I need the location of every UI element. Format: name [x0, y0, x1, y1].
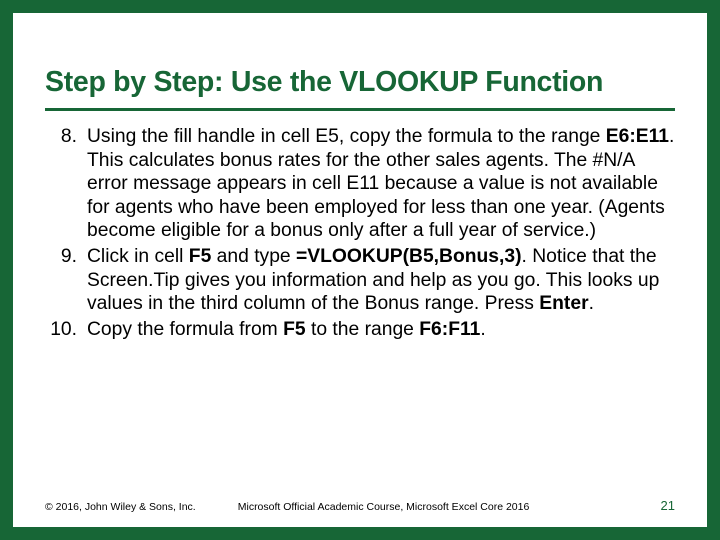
text: .	[589, 293, 594, 314]
step-body: Using the fill handle in cell E5, copy t…	[87, 125, 675, 243]
bold-text: F6:F11	[419, 319, 480, 340]
bold-text: F5	[283, 319, 306, 340]
text: to the range	[306, 319, 420, 340]
footer-page-number: 21	[661, 498, 675, 513]
bold-text: F5	[189, 246, 212, 267]
list-item: 9.Click in cell F5 and type =VLOOKUP(B5,…	[45, 245, 675, 316]
footer-copyright: © 2016, John Wiley & Sons, Inc.	[45, 501, 196, 513]
text: Copy the formula from	[87, 319, 283, 340]
step-number: 8.	[45, 125, 87, 243]
footer: © 2016, John Wiley & Sons, Inc. Microsof…	[45, 498, 675, 513]
slide-page: Step by Step: Use the VLOOKUP Function 8…	[13, 13, 707, 527]
footer-course: Microsoft Official Academic Course, Micr…	[238, 501, 661, 513]
step-number: 10.	[45, 318, 87, 342]
bold-text: E6:E11	[606, 126, 669, 147]
text: .	[480, 319, 485, 340]
step-number: 9.	[45, 245, 87, 316]
page-title: Step by Step: Use the VLOOKUP Function	[45, 41, 675, 111]
content-area: 8.Using the fill handle in cell E5, copy…	[45, 111, 675, 341]
step-body: Click in cell F5 and type =VLOOKUP(B5,Bo…	[87, 245, 675, 316]
step-body: Copy the formula from F5 to the range F6…	[87, 318, 675, 342]
text: Using the fill handle in cell E5, copy t…	[87, 126, 606, 147]
steps-list: 8.Using the fill handle in cell E5, copy…	[45, 125, 675, 341]
text: and type	[211, 246, 296, 267]
bold-text: =VLOOKUP(B5,Bonus,3)	[296, 246, 522, 267]
bold-text: Enter	[539, 293, 588, 314]
list-item: 8.Using the fill handle in cell E5, copy…	[45, 125, 675, 243]
text: Click in cell	[87, 246, 189, 267]
list-item: 10.Copy the formula from F5 to the range…	[45, 318, 675, 342]
